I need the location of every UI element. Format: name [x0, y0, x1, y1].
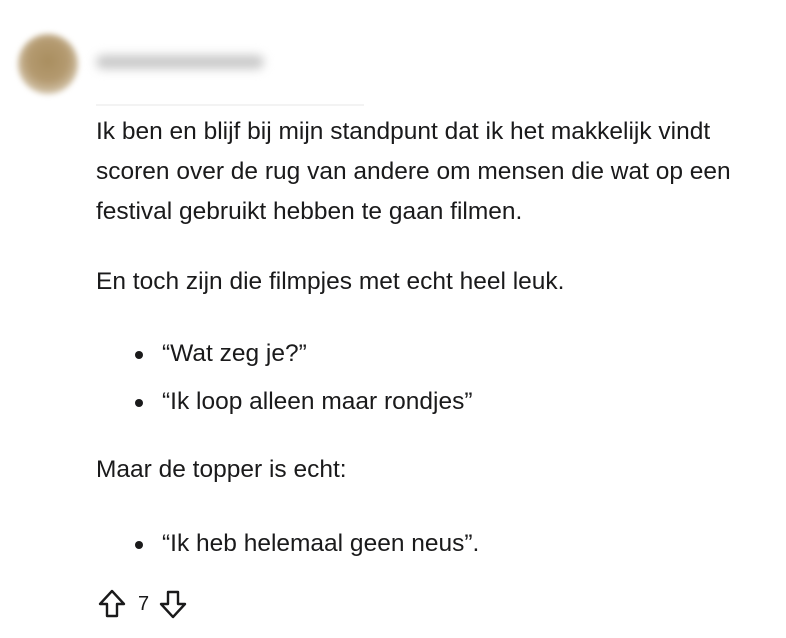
comment-paragraph: En toch zijn die filmpjes met echt heel …	[96, 268, 565, 295]
list-item: “Ik loop alleen maar rondjes”	[96, 382, 776, 422]
list-item: “Wat zeg je?”	[96, 334, 776, 374]
vote-bar: 7	[96, 586, 189, 622]
bullet-icon	[135, 541, 143, 549]
list-item-text: “Ik heb helemaal geen neus”.	[162, 530, 480, 557]
divider	[96, 104, 364, 106]
comment-paragraph: Ik ben en blijf bij mijn standpunt dat i…	[96, 118, 731, 225]
vote-count: 7	[138, 593, 150, 615]
comment-body: Ik ben en blijf bij mijn standpunt dat i…	[96, 112, 776, 564]
upvote-button[interactable]	[96, 586, 128, 622]
arrow-down-outline-icon	[159, 590, 187, 619]
bullet-icon	[135, 351, 143, 359]
bullet-list: “Wat zeg je?” “Ik loop alleen maar rondj…	[96, 334, 776, 422]
list-item: “Ik heb helemaal geen neus”.	[96, 524, 776, 564]
list-item-text: “Ik loop alleen maar rondjes”	[162, 388, 473, 415]
list-item-text: “Wat zeg je?”	[162, 340, 307, 367]
bullet-icon	[135, 399, 143, 407]
bullet-list: “Ik heb helemaal geen neus”.	[96, 524, 776, 564]
username-blurred[interactable]	[96, 55, 264, 69]
avatar[interactable]	[18, 34, 78, 94]
arrow-up-outline-icon	[98, 589, 126, 618]
downvote-button[interactable]	[157, 586, 189, 622]
comment-paragraph: Maar de topper is echt:	[96, 456, 347, 483]
